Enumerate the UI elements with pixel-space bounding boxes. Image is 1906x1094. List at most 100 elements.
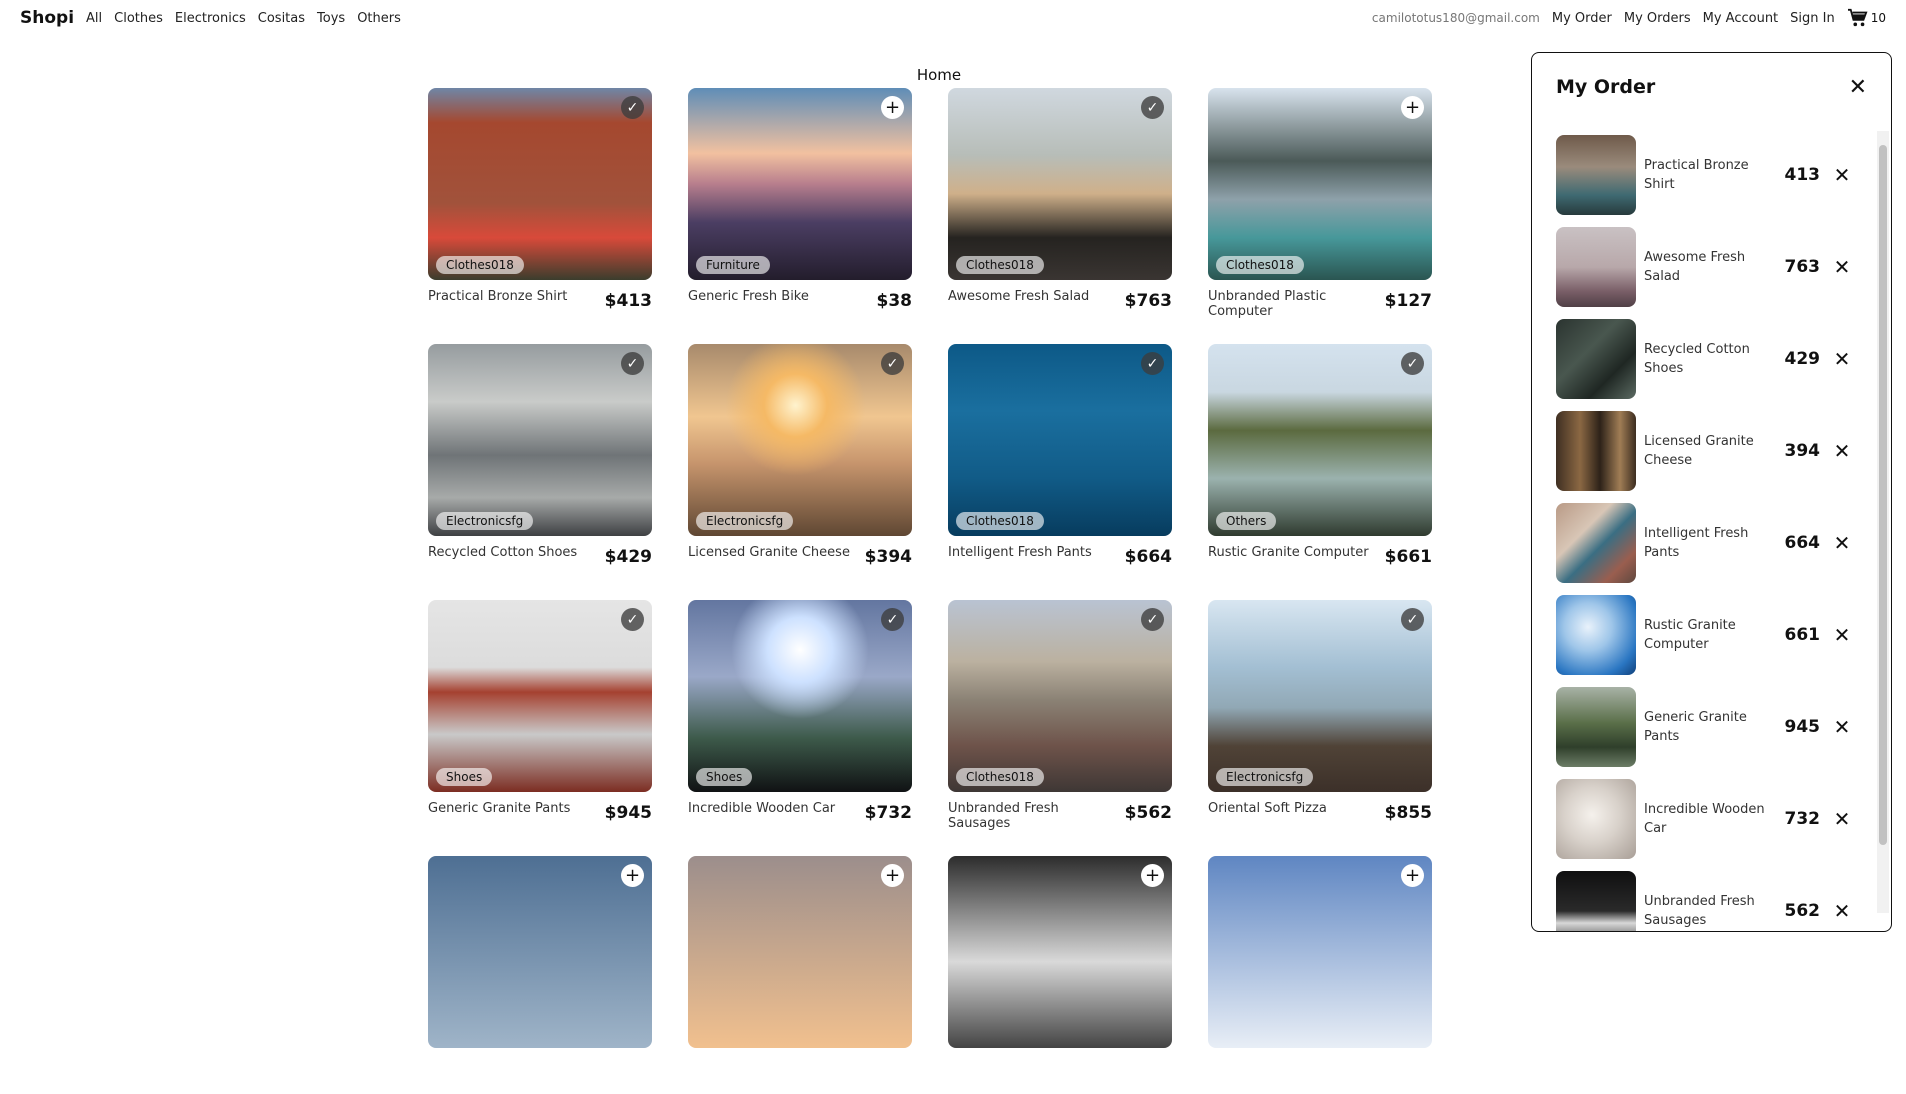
remove-item-icon[interactable]: ✕ <box>1824 807 1860 831</box>
product-card[interactable]: Clothes018 ✓ Intelligent Fresh Pants $664 <box>948 344 1172 582</box>
product-card[interactable]: Electronicsfg ✓ Licensed Granite Cheese $39… <box>688 344 912 582</box>
product-card[interactable]: + <box>688 856 912 1094</box>
product-card[interactable]: Clothes018 ✓ Awesome Fresh Salad $763 <box>948 88 1172 326</box>
check-icon[interactable]: ✓ <box>1401 352 1424 375</box>
order-scrollbar[interactable] <box>1877 131 1889 913</box>
add-icon[interactable]: + <box>1141 864 1164 887</box>
check-icon[interactable]: ✓ <box>621 352 644 375</box>
order-item: Practical Bronze Shirt 413 ✕ <box>1556 129 1866 221</box>
product-info: Incredible Wooden Car $732 <box>688 792 912 823</box>
remove-item-icon[interactable]: ✕ <box>1824 439 1860 463</box>
scrollbar-thumb[interactable] <box>1879 145 1887 845</box>
category-badge: Clothes018 <box>1216 256 1304 274</box>
product-info: Intelligent Fresh Pants $664 <box>948 536 1172 567</box>
product-card[interactable]: Clothes018 + Unbranded Plastic Computer $12… <box>1208 88 1432 326</box>
product-image[interactable]: Electronicsfg ✓ <box>1208 600 1432 792</box>
add-icon[interactable]: + <box>881 96 904 119</box>
order-item: Recycled Cotton Shoes 429 ✕ <box>1556 313 1866 405</box>
product-image[interactable]: Electronicsfg ✓ <box>428 344 652 536</box>
order-item-name: Recycled Cotton Shoes <box>1644 342 1750 376</box>
check-icon[interactable]: ✓ <box>881 608 904 631</box>
order-item-price: 661 <box>1784 625 1821 645</box>
product-image[interactable]: + <box>688 856 912 1048</box>
order-item: Incredible Wooden Car 732 ✕ <box>1556 773 1866 865</box>
order-panel-header: My Order ✕ <box>1532 53 1891 105</box>
close-icon[interactable]: ✕ <box>1849 75 1867 100</box>
product-card[interactable]: + <box>948 856 1172 1094</box>
product-image[interactable]: Furniture + <box>688 88 912 280</box>
remove-item-icon[interactable]: ✕ <box>1824 715 1860 739</box>
remove-item-icon[interactable]: ✕ <box>1824 255 1860 279</box>
product-image[interactable]: + <box>1208 856 1432 1048</box>
remove-item-icon[interactable]: ✕ <box>1824 163 1860 187</box>
check-icon[interactable]: ✓ <box>1141 96 1164 119</box>
nav-category-all[interactable]: All <box>86 11 102 26</box>
add-icon[interactable]: + <box>621 864 644 887</box>
nav-my-order[interactable]: My Order <box>1552 11 1612 26</box>
check-icon[interactable]: ✓ <box>621 608 644 631</box>
product-image[interactable]: Clothes018 ✓ <box>428 88 652 280</box>
top-navbar: Shopi All Clothes Electronics Cositas To… <box>0 0 1906 36</box>
brand-logo[interactable]: Shopi <box>20 8 74 28</box>
product-card[interactable]: Electronicsfg ✓ Oriental Soft Pizza $855 <box>1208 600 1432 838</box>
nav-left: Shopi All Clothes Electronics Cositas To… <box>20 8 413 28</box>
category-badge: Shoes <box>696 768 753 786</box>
product-card[interactable]: Electronicsfg ✓ Recycled Cotton Shoes $429 <box>428 344 652 582</box>
product-image[interactable]: + <box>428 856 652 1048</box>
cart-button[interactable]: 10 <box>1847 8 1886 28</box>
product-name: Awesome Fresh Salad <box>948 289 1090 304</box>
product-image[interactable]: Clothes018 ✓ <box>948 344 1172 536</box>
order-item-thumbnail <box>1556 595 1636 675</box>
product-card[interactable]: + <box>1208 856 1432 1094</box>
check-icon[interactable]: ✓ <box>1401 608 1424 631</box>
order-item-thumbnail <box>1556 503 1636 583</box>
remove-item-icon[interactable]: ✕ <box>1824 531 1860 555</box>
check-icon[interactable]: ✓ <box>881 352 904 375</box>
add-icon[interactable]: + <box>881 864 904 887</box>
product-image[interactable]: Clothes018 ✓ <box>948 600 1172 792</box>
product-image[interactable]: Clothes018 ✓ <box>948 88 1172 280</box>
product-image[interactable]: Clothes018 + <box>1208 88 1432 280</box>
nav-category-clothes[interactable]: Clothes <box>114 11 163 26</box>
order-item-name: Intelligent Fresh Pants <box>1644 526 1749 560</box>
nav-my-account[interactable]: My Account <box>1703 11 1779 26</box>
product-info: Unbranded Fresh Sausages $562 <box>948 792 1172 831</box>
product-card[interactable]: Shoes ✓ Incredible Wooden Car $732 <box>688 600 912 838</box>
nav-category-cositas[interactable]: Cositas <box>258 11 305 26</box>
check-icon[interactable]: ✓ <box>1141 352 1164 375</box>
product-card[interactable]: Shoes ✓ Generic Granite Pants $945 <box>428 600 652 838</box>
product-info: Generic Fresh Bike $38 <box>688 280 912 311</box>
order-item-thumbnail <box>1556 319 1636 399</box>
add-icon[interactable]: + <box>1401 864 1424 887</box>
add-icon[interactable]: + <box>1401 96 1424 119</box>
remove-item-icon[interactable]: ✕ <box>1824 347 1860 371</box>
product-card[interactable]: Clothes018 ✓ Unbranded Fresh Sausages $562 <box>948 600 1172 838</box>
product-name: Incredible Wooden Car <box>688 801 836 816</box>
order-item-price: 664 <box>1784 533 1821 553</box>
product-name: Oriental Soft Pizza <box>1208 801 1327 816</box>
check-icon[interactable]: ✓ <box>621 96 644 119</box>
order-item: Intelligent Fresh Pants 664 ✕ <box>1556 497 1866 589</box>
category-badge: Clothes018 <box>956 768 1044 786</box>
product-image[interactable]: Others ✓ <box>1208 344 1432 536</box>
nav-sign-in[interactable]: Sign In <box>1790 11 1835 26</box>
product-image[interactable]: + <box>948 856 1172 1048</box>
product-info: Practical Bronze Shirt $413 <box>428 280 652 311</box>
product-image[interactable]: Shoes ✓ <box>688 600 912 792</box>
order-item-thumbnail <box>1556 687 1636 767</box>
product-image[interactable]: Shoes ✓ <box>428 600 652 792</box>
nav-category-toys[interactable]: Toys <box>317 11 345 26</box>
nav-category-others[interactable]: Others <box>357 11 401 26</box>
order-item-name: Incredible Wooden Car <box>1644 802 1765 836</box>
order-item-name: Licensed Granite Cheese <box>1644 434 1754 468</box>
remove-item-icon[interactable]: ✕ <box>1824 623 1860 647</box>
product-image[interactable]: Electronicsfg ✓ <box>688 344 912 536</box>
product-card[interactable]: + <box>428 856 652 1094</box>
remove-item-icon[interactable]: ✕ <box>1824 899 1860 923</box>
nav-category-electronics[interactable]: Electronics <box>175 11 246 26</box>
nav-my-orders[interactable]: My Orders <box>1624 11 1691 26</box>
product-card[interactable]: Furniture + Generic Fresh Bike $38 <box>688 88 912 326</box>
check-icon[interactable]: ✓ <box>1141 608 1164 631</box>
product-card[interactable]: Others ✓ Rustic Granite Computer $661 <box>1208 344 1432 582</box>
product-card[interactable]: Clothes018 ✓ Practical Bronze Shirt $413 <box>428 88 652 326</box>
